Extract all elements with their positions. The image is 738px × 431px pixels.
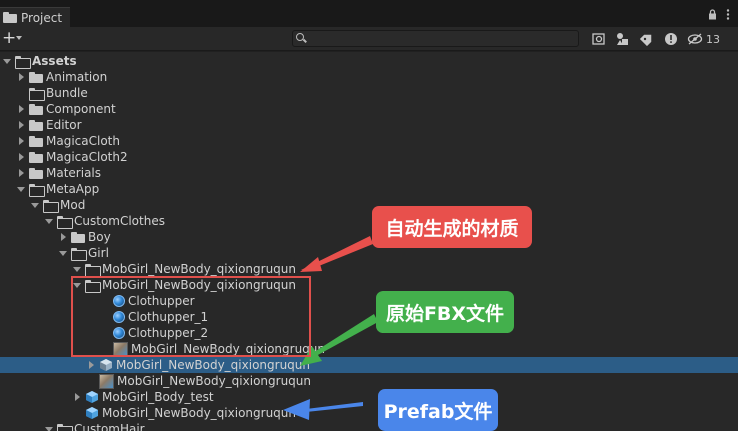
arrow-to-fbx <box>300 314 378 366</box>
fbx-callout: 原始FBX文件 <box>376 291 514 333</box>
prefab-callout: Prefab文件 <box>378 389 498 431</box>
arrow-to-materials <box>300 236 373 272</box>
annotation-arrows <box>283 236 378 420</box>
materials-highlight-box <box>71 276 311 357</box>
arrow-to-prefab <box>283 399 363 420</box>
materials-callout: 自动生成的材质 <box>372 206 532 248</box>
